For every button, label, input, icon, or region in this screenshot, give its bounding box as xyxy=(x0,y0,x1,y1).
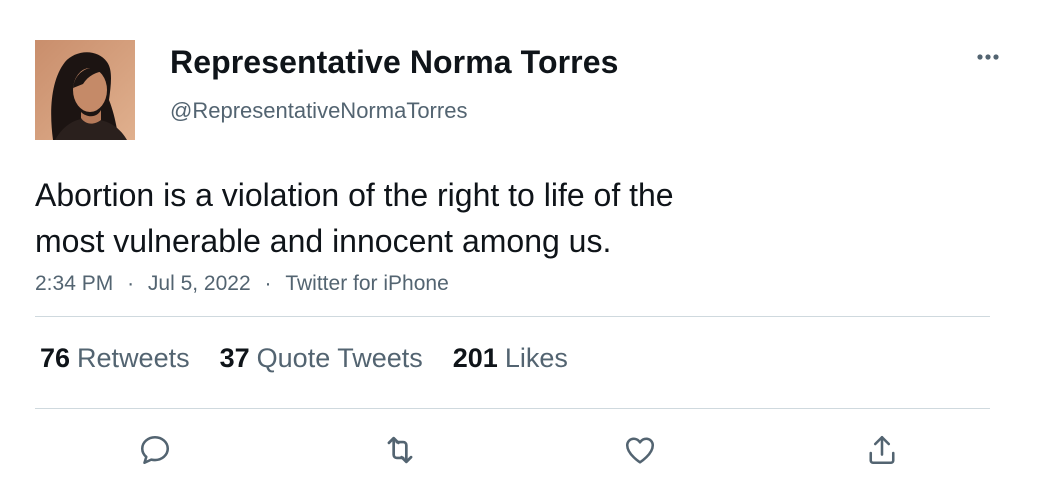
more-options-icon xyxy=(977,54,999,60)
retweet-button[interactable] xyxy=(380,430,420,470)
tweet-metadata: 2:34 PM · Jul 5, 2022 · Twitter for iPho… xyxy=(35,272,449,296)
divider xyxy=(35,408,990,409)
user-handle[interactable]: @RepresentativeNormaTorres xyxy=(170,98,467,124)
divider xyxy=(35,316,990,317)
likes-stat[interactable]: 201 Likes xyxy=(453,343,568,374)
display-name[interactable]: Representative Norma Torres xyxy=(170,44,619,81)
retweets-count: 76 xyxy=(40,343,71,373)
profile-photo xyxy=(35,40,135,140)
likes-count: 201 xyxy=(452,343,498,373)
tweet-stats: 76 Retweets 37 Quote Tweets 201 Likes xyxy=(40,343,568,374)
tweet-card: Representative Norma Torres @Representat… xyxy=(0,0,1050,480)
tweet-text-line: Abortion is a violation of the right to … xyxy=(35,177,674,213)
meta-separator: · xyxy=(127,272,135,295)
reply-icon xyxy=(140,435,170,465)
tweet-time[interactable]: 2:34 PM xyxy=(35,272,113,296)
retweets-stat[interactable]: 76 Retweets xyxy=(40,343,190,374)
avatar[interactable] xyxy=(35,40,135,140)
likes-label: Likes xyxy=(504,343,568,373)
quote-tweets-label: Quote Tweets xyxy=(256,343,423,373)
more-options-button[interactable] xyxy=(966,44,1010,70)
meta-separator: · xyxy=(264,272,272,295)
share-button[interactable] xyxy=(862,430,902,470)
share-icon xyxy=(869,435,895,465)
heart-icon xyxy=(625,437,655,464)
retweet-icon xyxy=(387,436,413,464)
quote-tweets-stat[interactable]: 37 Quote Tweets xyxy=(220,343,423,374)
tweet-text: Abortion is a violation of the right to … xyxy=(35,172,795,264)
reply-button[interactable] xyxy=(135,430,175,470)
tweet-text-line: most vulnerable and innocent among us. xyxy=(35,223,612,259)
tweet-date[interactable]: Jul 5, 2022 xyxy=(148,272,251,296)
tweet-source[interactable]: Twitter for iPhone xyxy=(285,272,448,296)
quote-tweets-count: 37 xyxy=(219,343,250,373)
retweets-label: Retweets xyxy=(77,343,190,373)
like-button[interactable] xyxy=(620,430,660,470)
